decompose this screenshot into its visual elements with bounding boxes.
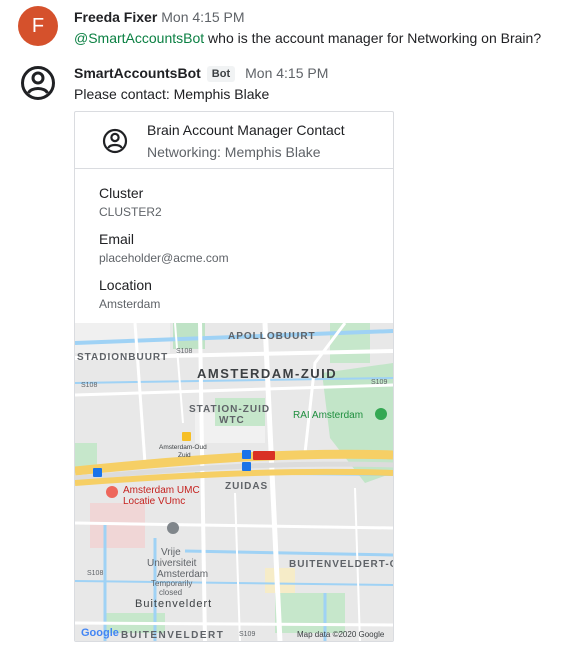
message-meta: SmartAccountsBot Bot Mon 4:15 PM xyxy=(74,65,328,82)
map-label-zuidas: ZUIDAS xyxy=(225,481,268,492)
hospital-area xyxy=(90,503,145,548)
location-value: Amsterdam xyxy=(99,297,161,311)
map-label-buitenveldert: Buitenveldert xyxy=(135,598,212,610)
sender-name[interactable]: SmartAccountsBot xyxy=(74,65,201,81)
card-header: Brain Account Manager Contact Networking… xyxy=(75,112,393,169)
bot-avatar-icon[interactable] xyxy=(18,63,58,103)
message-body: who is the account manager for Networkin… xyxy=(204,30,542,46)
card-title: Brain Account Manager Contact xyxy=(147,122,345,138)
message-time: Mon 4:15 PM xyxy=(161,9,245,25)
cluster-label: Cluster xyxy=(99,185,144,201)
card-subtitle: Networking: Memphis Blake xyxy=(147,144,321,160)
a10-shield xyxy=(253,451,275,460)
train-station-icon xyxy=(182,432,191,441)
metro-icon xyxy=(93,468,102,477)
hospital-marker-icon xyxy=(106,486,118,498)
map-label-rai: RAI Amsterdam xyxy=(293,410,363,421)
message-meta: Freeda Fixer Mon 4:15 PM xyxy=(74,9,245,25)
map-label-amsterdam-zuid: AMSTERDAM-ZUID xyxy=(197,366,337,381)
message-text: @SmartAccountsBot who is the account man… xyxy=(74,30,541,46)
map-label-vrije-2: Universiteit xyxy=(147,558,197,569)
map-label-vrije: Vrije xyxy=(161,547,181,558)
location-map[interactable]: APOLLOBUURT STADIONBUURT AMSTERDAM-ZUID … xyxy=(75,323,393,642)
map-label-wtc: WTC xyxy=(219,415,245,426)
mention-link[interactable]: @SmartAccountsBot xyxy=(74,30,204,46)
map-label-umc-2: Locatie VUmc xyxy=(123,496,185,507)
map-attribution: Map data ©2020 Google xyxy=(297,630,385,639)
map-label-oud-zuid-2: Zuid xyxy=(178,452,191,459)
road xyxy=(75,621,393,627)
google-logo: Google xyxy=(81,627,119,639)
metro-icon xyxy=(242,450,251,459)
rai-marker-icon xyxy=(375,408,387,420)
map-label-vrije-5: closed xyxy=(159,588,182,597)
message-text: Please contact: Memphis Blake xyxy=(74,86,270,102)
map-label-s108: S108 xyxy=(176,348,192,355)
map-label-s109: S109 xyxy=(371,379,387,386)
contact-card: Brain Account Manager Contact Networking… xyxy=(74,111,394,642)
email-label: Email xyxy=(99,231,135,247)
map-label-buitenveldert-o: BUITENVELDERT-O xyxy=(289,559,393,570)
map-label-umc: Amsterdam UMC xyxy=(123,485,200,496)
map-label-stadionbuurt: STADIONBUURT xyxy=(77,352,168,363)
cluster-value: CLUSTER2 xyxy=(99,205,162,219)
map-label-buitenveldert-caps: BUITENVELDERT xyxy=(121,630,224,641)
map-label-apollobuurt: APOLLOBUURT xyxy=(228,331,316,342)
university-marker-icon xyxy=(167,522,179,534)
park-area xyxy=(275,593,345,633)
map-label-s108: S108 xyxy=(81,382,97,389)
map-label-vrije-4: Temporarily xyxy=(151,579,192,588)
map-label-s109: S109 xyxy=(239,631,255,638)
metro-icon xyxy=(242,462,251,471)
message-time: Mon 4:15 PM xyxy=(245,65,329,81)
avatar-letter: F xyxy=(31,14,45,37)
avatar[interactable]: F xyxy=(18,6,58,46)
map-label-oud-zuid: Amsterdam-Oud xyxy=(159,444,207,451)
account-circle-icon xyxy=(102,128,128,154)
park-area xyxy=(330,323,370,363)
map-label-station-zuid: STATION-ZUID xyxy=(189,404,270,415)
location-label: Location xyxy=(99,277,152,293)
sender-name[interactable]: Freeda Fixer xyxy=(74,9,157,25)
email-value: placeholder@acme.com xyxy=(99,251,229,265)
map-label-s108: S108 xyxy=(87,570,103,577)
bot-badge: Bot xyxy=(206,66,236,82)
